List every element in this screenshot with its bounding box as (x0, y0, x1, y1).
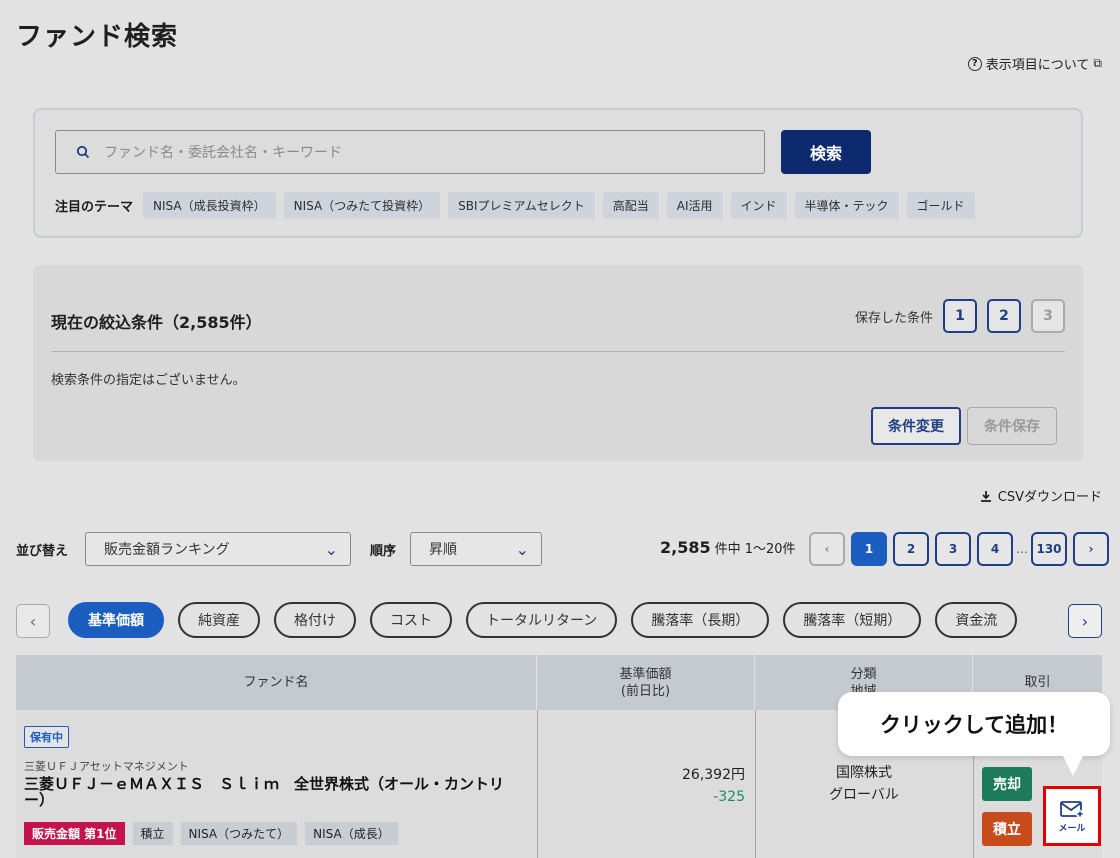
column-divider (537, 710, 538, 858)
save-conditions-button: 条件保存 (967, 407, 1057, 445)
header-fund-name: ファンド名 (16, 655, 537, 710)
page-last-button[interactable]: 130 (1031, 532, 1067, 566)
mail-alert-button[interactable]: メール (1043, 786, 1101, 846)
themes-label: 注目のテーマ (55, 200, 134, 215)
rank-badge: 販売金額 第1位 (24, 822, 125, 845)
tsumitate-button[interactable]: 積立 (982, 812, 1032, 846)
tabs-prev-button[interactable]: ‹ (16, 604, 50, 638)
base-price: 26,392円 (682, 767, 745, 783)
search-placeholder: ファンド名・委託会社名・キーワード (104, 145, 342, 161)
download-icon (980, 490, 991, 502)
sort-value: 販売金額ランキング (104, 542, 230, 558)
sort-select[interactable]: 販売金額ランキング ⌄ (85, 532, 351, 566)
mail-label: メール (1058, 823, 1086, 834)
page-2-button[interactable]: 2 (893, 532, 929, 566)
tab-return-long[interactable]: 騰落率（長期） (631, 602, 770, 638)
theme-chip-ai[interactable]: AI活用 (666, 192, 723, 219)
nisa-growth-badge: NISA（成長） (305, 822, 398, 845)
tab-rating[interactable]: 格付け (274, 602, 356, 638)
tsumitate-badge: 積立 (132, 822, 173, 845)
column-divider (755, 710, 756, 858)
tooltip-pointer (1062, 754, 1084, 776)
tabs-list: 基準価額 純資産 格付け コスト トータルリターン 騰落率（長期） 騰落率（短期… (68, 602, 1018, 638)
page-3-button[interactable]: 3 (935, 532, 971, 566)
theme-chip-nisa-growth[interactable]: NISA（成長投資枠） (143, 192, 276, 219)
conditions-title: 現在の絞込条件（2,585件） (51, 313, 262, 332)
external-link-icon: ⧉ (1093, 56, 1102, 70)
tab-cost[interactable]: コスト (370, 602, 452, 638)
chevron-down-icon: ⌄ (515, 539, 529, 559)
fund-region: グローバル (829, 787, 899, 803)
saved-conditions: 保存した条件 1 2 3 (855, 299, 1065, 333)
saved-condition-3: 3 (1031, 299, 1065, 333)
search-panel: ファンド名・委託会社名・キーワード 検索 注目のテーマ NISA（成長投資枠） … (33, 108, 1083, 238)
theme-chip-nisa-tsumitate[interactable]: NISA（つみたて投資枠） (283, 192, 441, 219)
next-page-button[interactable]: › (1073, 532, 1109, 566)
page-title: ファンド検索 (16, 22, 179, 52)
divider (51, 351, 1065, 352)
theme-chip-high-dividend[interactable]: 高配当 (602, 192, 659, 219)
saved-conditions-label: 保存した条件 (854, 310, 933, 326)
fund-badges: 販売金額 第1位 積立 NISA（つみたて） NISA（成長） (24, 822, 398, 845)
sell-button[interactable]: 売却 (982, 767, 1032, 801)
conditions-panel: 現在の絞込条件（2,585件） 保存した条件 1 2 3 検索条件の指定はござい… (33, 265, 1083, 461)
order-select[interactable]: 昇順 ⌄ (410, 532, 542, 566)
search-button[interactable]: 検索 (781, 130, 871, 174)
header-price-label: 基準価額 (619, 666, 672, 682)
pagination: ‹ 1 2 3 4 … 130 › (809, 532, 1109, 566)
theme-chips: 注目のテーマ NISA（成長投資枠） NISA（つみたて投資枠） SBIプレミア… (55, 192, 975, 219)
saved-condition-2[interactable]: 2 (987, 299, 1021, 333)
result-count: 2,585 件中 1〜20件 (660, 538, 796, 557)
about-columns-link[interactable]: ? 表示項目について ⧉ (967, 54, 1102, 73)
theme-chip-gold[interactable]: ゴールド (906, 192, 975, 219)
fund-company: 三菱ＵＦＪアセットマネジメント (24, 760, 189, 773)
tooltip: クリックして追加！ (838, 692, 1110, 756)
search-input[interactable]: ファンド名・委託会社名・キーワード (55, 130, 765, 174)
result-total: 2,585 (660, 538, 711, 557)
theme-chip-india[interactable]: インド (730, 192, 787, 219)
result-range: 件中 1〜20件 (714, 542, 796, 557)
tab-fund-flow[interactable]: 資金流 (935, 602, 1018, 638)
category-cell: 国際株式 グローバル (756, 762, 972, 806)
tab-net-assets[interactable]: 純資産 (178, 602, 260, 638)
sort-label: 並び替え (16, 544, 69, 559)
price-change: -325 (713, 789, 745, 805)
chevron-down-icon: ⌄ (324, 539, 338, 559)
tab-base-price[interactable]: 基準価額 (68, 602, 164, 638)
order-value: 昇順 (429, 542, 457, 558)
mail-add-icon (1060, 800, 1084, 818)
about-columns-label: 表示項目について (985, 58, 1090, 73)
conditions-empty-text: 検索条件の指定はございません。 (51, 373, 246, 388)
tabs-next-button[interactable]: › (1068, 604, 1102, 638)
page-1-button[interactable]: 1 (851, 532, 887, 566)
fund-category: 国際株式 (836, 765, 892, 781)
help-icon: ? (967, 56, 982, 71)
header-category-label: 分類 (850, 666, 877, 682)
theme-chip-semiconductor[interactable]: 半導体・テック (794, 192, 899, 219)
fund-name-link[interactable]: 三菱ＵＦＪ－ｅＭＡＸＩＳ Ｓｌｉｍ 全世界株式（オール・カントリー） (24, 776, 524, 808)
price-cell: 26,392円 -325 (682, 764, 745, 808)
csv-download-link[interactable]: CSVダウンロード (980, 486, 1102, 505)
header-price-sub: (前日比) (620, 683, 671, 699)
page-4-button[interactable]: 4 (977, 532, 1013, 566)
column-tabs: ‹ 基準価額 純資産 格付け コスト トータルリターン 騰落率（長期） 騰落率（… (16, 600, 1104, 640)
tab-return-short[interactable]: 騰落率（短期） (783, 602, 922, 638)
nisa-tsumitate-badge: NISA（つみたて） (180, 822, 298, 845)
fund-table: ファンド名 基準価額 (前日比) 分類 地域 取引 保有中 三菱ＵＦＪアセットマ… (16, 655, 1102, 858)
tab-total-return[interactable]: トータルリターン (466, 602, 618, 638)
csv-download-label: CSVダウンロード (997, 490, 1102, 505)
holding-badge: 保有中 (24, 726, 69, 748)
change-conditions-button[interactable]: 条件変更 (871, 407, 961, 445)
prev-page-button: ‹ (809, 532, 845, 566)
header-price: 基準価額 (前日比) (537, 655, 755, 710)
theme-chip-sbi-premium[interactable]: SBIプレミアムセレクト (448, 192, 595, 219)
saved-condition-1[interactable]: 1 (943, 299, 977, 333)
order-label: 順序 (370, 544, 397, 559)
search-icon (76, 145, 90, 159)
pagination-ellipsis: … (1016, 542, 1028, 556)
